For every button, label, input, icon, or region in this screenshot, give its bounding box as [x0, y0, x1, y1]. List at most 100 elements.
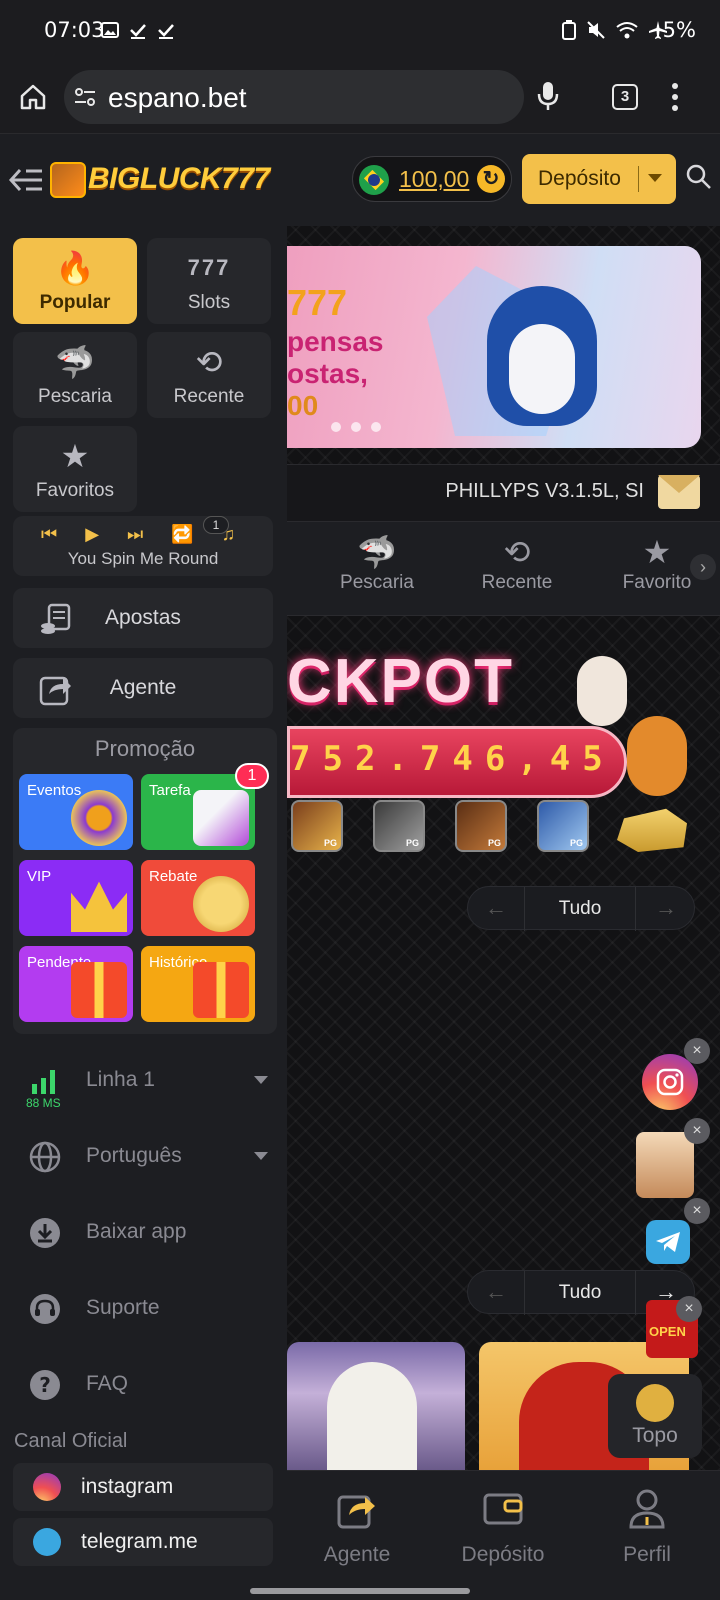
promo-label: Rebate — [149, 868, 198, 885]
play-icon[interactable]: ▶ — [85, 524, 99, 545]
zeus-graphic — [327, 1362, 417, 1470]
deposit-button-label: Depósito — [538, 167, 621, 190]
banner-dot[interactable] — [351, 422, 361, 432]
setting-label: Baixar app — [86, 1220, 187, 1243]
social-telegram[interactable]: telegram.me — [13, 1518, 273, 1566]
close-icon[interactable]: × — [684, 1198, 710, 1224]
promo-banner[interactable]: 777 pensas ostas, 00 — [287, 246, 701, 448]
refresh-balance-icon[interactable]: ↻ — [477, 165, 505, 193]
pager-label[interactable]: Tudo — [524, 887, 636, 931]
pg-tag: PG — [405, 838, 419, 848]
app-header: BIGLUCK777 100,00 ↻ Depósito — [0, 134, 720, 226]
gesture-handle[interactable] — [250, 1588, 470, 1594]
chevron-down-icon[interactable] — [254, 1152, 268, 1160]
nav-perfil[interactable]: Perfil — [577, 1487, 717, 1567]
gift-icon — [71, 962, 127, 1018]
download-icon — [30, 1218, 60, 1248]
sidebar-item-agente[interactable]: Agente — [13, 658, 273, 718]
telegram-icon — [656, 1232, 680, 1252]
fire-icon: 🔥 — [55, 250, 95, 286]
marquee-text: PHILLYPS V3.1.5L, SI — [445, 480, 644, 502]
sidebar-category-pescaria[interactable]: 🦈 Pescaria — [13, 332, 137, 418]
more-menu-icon[interactable] — [670, 82, 680, 112]
tab-switcher-button[interactable]: 3 — [612, 84, 638, 110]
promo-vip[interactable]: VIP — [19, 860, 133, 936]
setting-label: Linha 1 — [86, 1068, 155, 1091]
game-card-zeus[interactable] — [287, 1342, 465, 1470]
pg-tag: PG — [569, 838, 583, 848]
game-thumbnail[interactable]: PG — [291, 800, 343, 852]
collapse-menu-icon[interactable] — [8, 166, 44, 194]
sidebar-item-linha[interactable]: 88 MS Linha 1 — [24, 1062, 274, 1110]
arrow-right-icon[interactable]: → — [638, 887, 694, 931]
social-instagram[interactable]: instagram — [13, 1463, 273, 1511]
deposit-button[interactable]: Depósito — [522, 154, 676, 204]
instagram-float-button[interactable] — [642, 1054, 698, 1110]
app-screen: 07:03 5% espano.bet 3 BIGLUCK777 100,00 … — [0, 0, 720, 1600]
mail-icon[interactable] — [658, 475, 700, 509]
tab-recente[interactable]: ⟲ Recente — [457, 532, 577, 594]
promo-rebate[interactable]: Rebate — [141, 860, 255, 936]
category-label: Slots — [187, 292, 231, 313]
balance-amount: 100,00 — [399, 166, 470, 192]
banner-dot[interactable] — [331, 422, 341, 432]
chevron-down-icon[interactable] — [254, 1076, 268, 1084]
balance-pill[interactable]: 100,00 ↻ — [352, 156, 512, 202]
site-settings-icon[interactable] — [74, 87, 96, 107]
home-icon[interactable] — [18, 82, 48, 112]
chevron-right-icon[interactable]: › — [690, 554, 716, 580]
sidebar-item-apostas[interactable]: Apostas — [13, 588, 273, 648]
telegram-float-button[interactable] — [646, 1220, 690, 1264]
repeat-icon[interactable]: 🔁 — [171, 524, 193, 545]
bottom-navigation: Agente Depósito Perfil — [287, 1470, 720, 1600]
sidebar-item-suporte[interactable]: Suporte — [24, 1290, 274, 1330]
globe-icon — [29, 1141, 61, 1173]
promo-historico[interactable]: Histórico — [141, 946, 255, 1022]
promo-tarefa[interactable]: Tarefa — [141, 774, 255, 850]
banner-dot[interactable] — [371, 422, 381, 432]
tab-label: Favorito — [622, 572, 692, 593]
game-thumbnail[interactable]: PG — [537, 800, 589, 852]
sidebar-item-baixar-app[interactable]: Baixar app — [24, 1214, 274, 1254]
chevron-down-icon[interactable] — [648, 174, 662, 182]
check-icon — [158, 24, 174, 39]
status-bar: 07:03 5% — [0, 0, 720, 62]
close-icon[interactable]: × — [676, 1296, 702, 1322]
game-thumbnail[interactable]: PG — [373, 800, 425, 852]
promo-pendente[interactable]: Pendente — [19, 946, 133, 1022]
promo-eventos[interactable]: Eventos — [19, 774, 133, 850]
nav-agente[interactable]: Agente — [287, 1487, 427, 1567]
close-icon[interactable]: × — [684, 1038, 710, 1064]
address-bar[interactable]: espano.bet — [64, 70, 524, 124]
announcement-marquee[interactable]: PHILLYPS V3.1.5L, SI — [287, 464, 720, 522]
arrow-left-icon[interactable]: ← — [468, 887, 524, 931]
tab-pescaria[interactable]: 🦈 Pescaria — [317, 532, 437, 594]
sidebar-category-recente[interactable]: ⟲ Recente — [147, 332, 271, 418]
next-track-icon[interactable]: ⏭ — [127, 524, 143, 545]
sidebar-category-favoritos[interactable]: ★ Favoritos — [13, 426, 137, 512]
jackpot-title: CKPOT — [287, 647, 514, 716]
close-icon[interactable]: × — [684, 1118, 710, 1144]
sidebar-category-slots[interactable]: 777 Slots — [147, 238, 271, 324]
arrow-left-icon[interactable]: ← — [468, 1271, 524, 1315]
shark-icon: 🦈 — [357, 534, 397, 570]
nav-deposito[interactable]: Depósito — [433, 1487, 573, 1567]
support-agent-float-button[interactable] — [636, 1132, 694, 1198]
game-thumbnail[interactable]: PG — [455, 800, 507, 852]
sidebar-item-faq[interactable]: ? FAQ — [24, 1366, 274, 1406]
category-label: Popular — [39, 292, 111, 313]
topo-label: Topo — [632, 1424, 678, 1447]
pg-tag: PG — [323, 838, 337, 848]
question-icon: ? — [30, 1370, 60, 1400]
history-icon: ⟲ — [195, 344, 223, 380]
sidebar-category-popular[interactable]: 🔥 Popular — [13, 238, 137, 324]
previous-track-icon[interactable]: ⏮ — [41, 524, 57, 545]
category-label: Pescaria — [38, 386, 112, 407]
pager-label[interactable]: Tudo — [524, 1271, 636, 1315]
sidebar-item-idioma[interactable]: Português — [24, 1138, 274, 1178]
microphone-icon[interactable] — [536, 80, 560, 112]
canal-oficial-title: Canal Oficial — [14, 1430, 128, 1452]
scroll-top-button[interactable]: Topo — [608, 1374, 702, 1458]
search-icon[interactable] — [686, 164, 712, 190]
tab-label: Pescaria — [340, 572, 414, 593]
